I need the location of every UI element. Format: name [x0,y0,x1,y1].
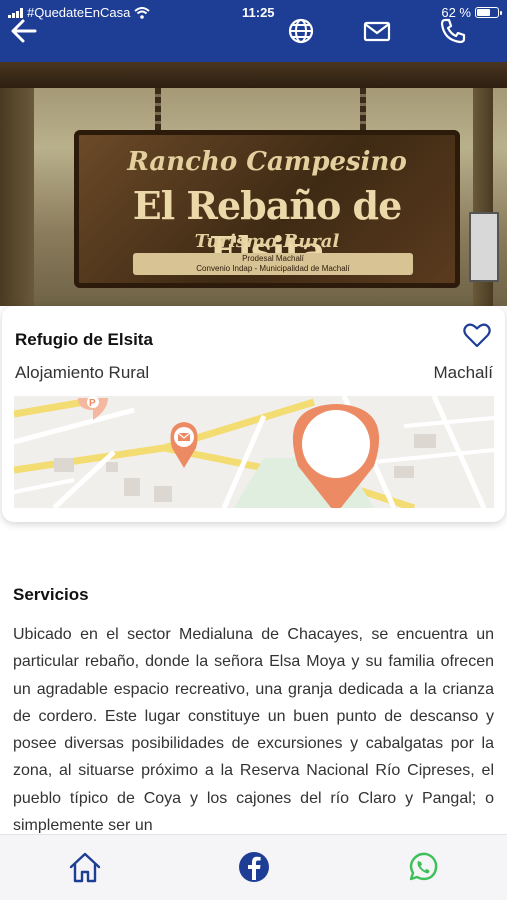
status-time: 11:25 [242,5,275,20]
services-heading: Servicios [13,585,89,604]
map-graphic: P [13,394,495,514]
app-header: #QuedateEnCasa 11:25 62 % [0,0,507,62]
sign-plate-line-2: Convenio Indap - Municipalidad de Machal… [196,264,350,273]
facebook-button[interactable] [237,850,271,884]
email-button[interactable] [362,16,396,46]
whatsapp-icon [409,852,438,881]
favorite-button[interactable] [463,322,491,348]
globe-icon [288,18,314,44]
status-bar: #QuedateEnCasa 11:25 62 % [8,5,502,21]
facebook-icon [239,852,269,882]
sign-plate: Prodesal Machalí Convenio Indap - Munici… [133,253,413,275]
wooden-beam [0,62,507,88]
sign-line-1: Rancho Campesino [127,147,407,177]
listing-category: Alojamiento Rural [15,363,150,382]
lamp-post [469,212,499,282]
heart-outline-icon [463,323,491,348]
listing-card: Refugio de Elsita Alojamiento Rural Mach… [2,306,505,522]
sign-line-3: Turismo Rural [194,231,340,252]
wifi-icon [134,6,151,19]
svg-text:P: P [89,398,96,409]
phone-icon [440,18,466,44]
arrow-left-icon [11,19,37,43]
website-button[interactable] [286,16,320,46]
listing-name: Refugio de Elsita [15,330,153,349]
call-button[interactable] [438,16,472,46]
hero-photo: Rancho Campesino El Rebaño de Elsita Tur… [0,62,507,306]
back-button[interactable] [10,18,46,48]
ranch-sign: Rancho Campesino El Rebaño de Elsita Tur… [74,130,460,288]
chain-right [360,88,366,134]
listing-location: Machalí [433,363,493,382]
tree-trunk [0,88,34,306]
chain-left [155,88,161,134]
sign-plate-line-1: Prodesal Machalí [242,254,304,263]
bottom-nav [0,834,507,900]
home-button[interactable] [68,850,102,884]
whatsapp-button[interactable] [406,850,440,884]
services-description: Ubicado en el sector Medialuna de Chacay… [13,626,494,833]
signal-icon [8,7,23,18]
mail-icon [363,21,391,42]
home-icon [69,852,101,883]
location-map[interactable]: P [13,394,495,514]
battery-icon [475,7,502,18]
